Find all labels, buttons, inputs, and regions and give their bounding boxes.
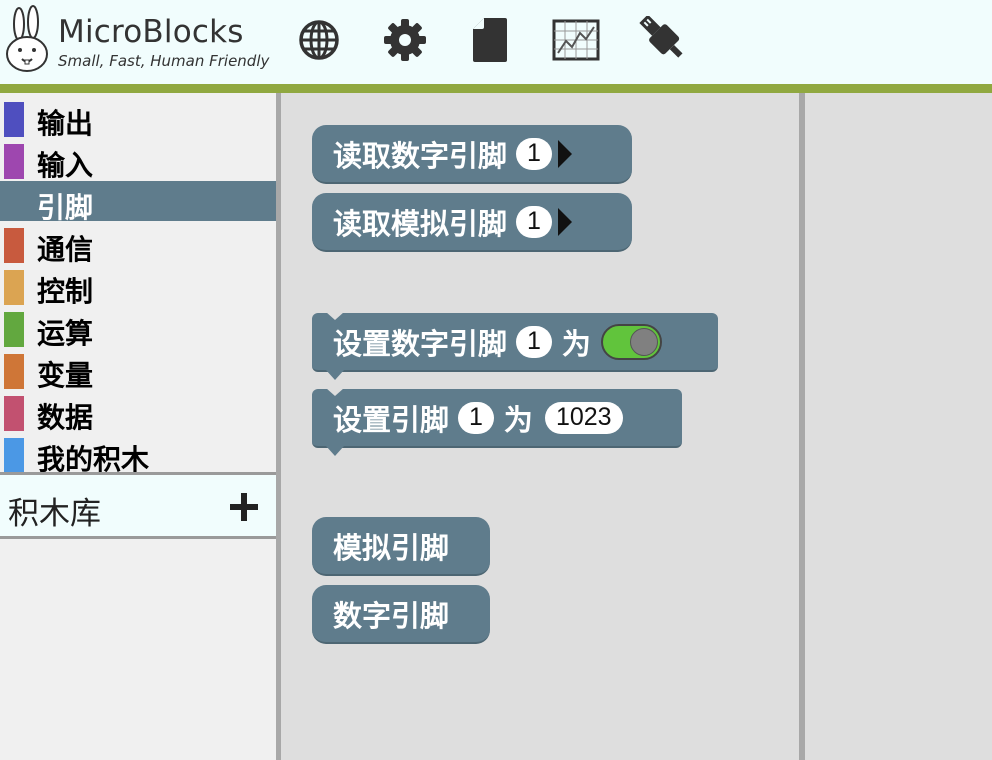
app-name: MicroBlocks <box>58 14 244 50</box>
block-label: 设置引脚 <box>333 402 450 437</box>
category-swatch <box>4 144 24 179</box>
category-swatch <box>4 438 24 473</box>
category-output[interactable]: 输出 <box>0 97 276 140</box>
app-tagline: Small, Fast, Human Friendly <box>58 52 270 70</box>
category-label: 输入 <box>37 149 94 182</box>
pin-number-slot[interactable]: 1 <box>516 137 552 170</box>
block-notch-top <box>326 388 344 396</box>
category-my-blocks[interactable]: 我的积木 <box>0 433 276 476</box>
globe-icon[interactable] <box>293 14 345 66</box>
pin-number-slot[interactable]: 1 <box>516 325 552 358</box>
category-swatch <box>4 312 24 347</box>
toggle-knob <box>629 327 658 356</box>
expand-arrow-icon[interactable] <box>557 139 572 168</box>
block-label: 设置数字引脚 <box>333 326 508 361</box>
block-palette: 读取数字引脚 1 读取模拟引脚 1 设置数字引脚 1 为 设置引脚 1 为 10… <box>281 93 799 760</box>
file-icon[interactable] <box>464 14 516 66</box>
value-slot[interactable]: 1023 <box>544 401 623 434</box>
category-swatch <box>4 270 24 305</box>
block-notch-top <box>326 312 344 320</box>
block-word: 为 <box>503 402 533 437</box>
category-data[interactable]: 数据 <box>0 391 276 434</box>
block-analog-pins[interactable]: 模拟引脚 <box>312 517 490 576</box>
category-operators[interactable]: 运算 <box>0 307 276 350</box>
library-label: 积木库 <box>8 496 101 532</box>
pin-number-slot[interactable]: 1 <box>458 401 494 434</box>
category-swatch <box>4 186 24 221</box>
category-label: 变量 <box>37 359 94 392</box>
category-sidebar: 输出 输入 引脚 通信 控制 运算 变量 数据 我的积木 积木库 <box>0 93 276 760</box>
block-label: 数字引脚 <box>333 598 450 633</box>
header-divider <box>0 84 992 93</box>
block-set-pin[interactable]: 设置引脚 1 为 1023 <box>312 388 682 456</box>
category-label: 控制 <box>37 275 94 308</box>
block-label: 读取模拟引脚 <box>333 206 508 241</box>
on-off-toggle[interactable] <box>600 323 662 360</box>
category-variables[interactable]: 变量 <box>0 349 276 392</box>
category-comm[interactable]: 通信 <box>0 223 276 266</box>
category-swatch <box>4 396 24 431</box>
category-input[interactable]: 输入 <box>0 139 276 182</box>
library-row: 积木库 <box>0 472 276 539</box>
category-label: 数据 <box>37 401 94 434</box>
block-digital-pins[interactable]: 数字引脚 <box>312 585 490 644</box>
block-read-analog-pin[interactable]: 读取模拟引脚 1 <box>312 193 632 252</box>
gear-icon[interactable] <box>379 14 431 66</box>
graph-icon[interactable] <box>550 14 602 66</box>
block-word: 为 <box>561 326 591 361</box>
category-swatch <box>4 354 24 389</box>
category-label: 输出 <box>37 107 94 140</box>
block-label: 模拟引脚 <box>333 530 450 565</box>
plus-icon[interactable] <box>226 489 262 525</box>
block-label: 读取数字引脚 <box>333 138 508 173</box>
usb-plug-icon[interactable] <box>636 14 688 66</box>
category-control[interactable]: 控制 <box>0 265 276 308</box>
category-swatch <box>4 228 24 263</box>
category-pins[interactable]: 引脚 <box>0 181 276 224</box>
top-bar: MicroBlocks Small, Fast, Human Friendly <box>0 0 992 84</box>
expand-arrow-icon[interactable] <box>557 207 572 236</box>
scripting-area[interactable] <box>805 93 992 760</box>
category-label: 引脚 <box>37 191 94 224</box>
category-label: 运算 <box>37 317 94 350</box>
block-notch-bottom <box>326 370 344 380</box>
category-label: 通信 <box>37 233 94 266</box>
pin-number-slot[interactable]: 1 <box>516 205 552 238</box>
block-set-digital-pin[interactable]: 设置数字引脚 1 为 <box>312 312 718 380</box>
block-notch-bottom <box>326 446 344 456</box>
rabbit-logo-icon <box>2 4 52 76</box>
category-swatch <box>4 102 24 137</box>
block-read-digital-pin[interactable]: 读取数字引脚 1 <box>312 125 632 184</box>
